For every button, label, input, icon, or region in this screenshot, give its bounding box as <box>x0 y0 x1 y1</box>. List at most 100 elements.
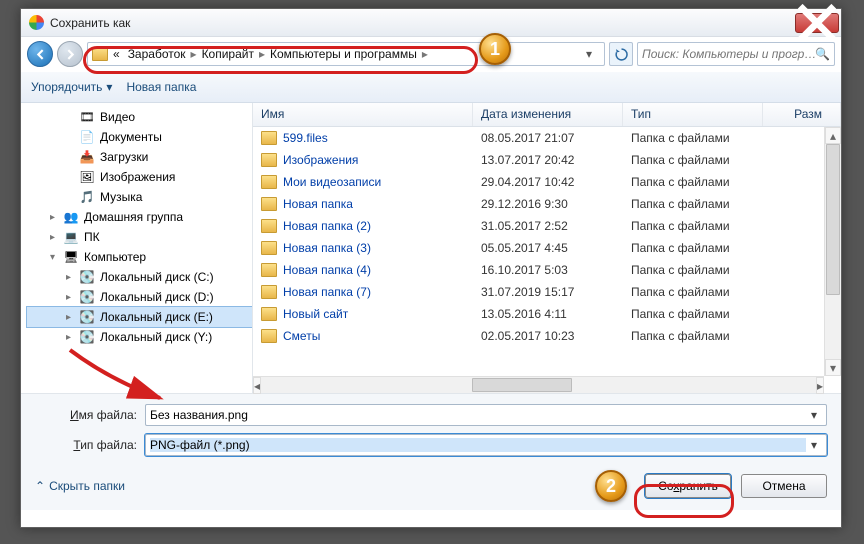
col-type[interactable]: Тип <box>623 103 763 126</box>
file-row[interactable]: Новая папка (3)05.05.2017 4:45Папка с фа… <box>253 237 841 259</box>
breadcrumb-bar[interactable]: « Заработок ▸ Копирайт ▸ Компьютеры и пр… <box>87 42 605 66</box>
expand-icon[interactable]: ▸ <box>63 312 74 323</box>
refresh-button[interactable] <box>609 42 633 66</box>
chevron-right-icon: ▸ <box>422 47 428 61</box>
filetype-input[interactable] <box>150 438 806 452</box>
filename-field[interactable]: ▾ <box>145 404 827 426</box>
file-row[interactable]: Новая папка (2)31.05.2017 2:52Папка с фа… <box>253 215 841 237</box>
tree-node[interactable]: ▸💽Локальный диск (C:) <box>27 267 252 287</box>
file-row[interactable]: Новый сайт13.05.2016 4:11Папка с файлами <box>253 303 841 325</box>
horizontal-scrollbar[interactable]: ◂ ▸ <box>253 376 824 393</box>
tree-node[interactable]: ▸💽Локальный диск (E:) <box>27 307 252 327</box>
save-button[interactable]: Сохранить <box>645 474 731 498</box>
file-name[interactable]: Новый сайт <box>283 307 348 321</box>
forward-button[interactable] <box>57 41 83 67</box>
file-name[interactable]: Новая папка (3) <box>283 241 371 255</box>
breadcrumb-item[interactable]: Заработок <box>125 47 189 61</box>
chevron-right-icon: ▸ <box>191 47 197 61</box>
filetype-field[interactable]: ▾ <box>145 434 827 456</box>
scroll-down-icon[interactable]: ▾ <box>825 359 841 376</box>
expand-icon[interactable]: ▸ <box>63 292 74 303</box>
hide-folders-link[interactable]: ⌃Скрыть папки <box>35 479 125 493</box>
file-list[interactable]: 599.files08.05.2017 21:07Папка с файлами… <box>253 127 841 393</box>
expand-icon[interactable] <box>63 132 74 143</box>
expand-icon[interactable]: ▸ <box>47 232 58 243</box>
tree-node[interactable]: 📥Загрузки <box>27 147 252 167</box>
col-name[interactable]: Имя <box>253 103 473 126</box>
tree-node[interactable]: 📄Документы <box>27 127 252 147</box>
file-row[interactable]: Новая папка (7)31.07.2019 15:17Папка с ф… <box>253 281 841 303</box>
search-box[interactable]: 🔍 <box>637 42 835 66</box>
folder-icon <box>261 241 277 255</box>
cancel-button[interactable]: Отмена <box>741 474 827 498</box>
breadcrumb-item[interactable]: Копирайт <box>199 47 257 61</box>
breadcrumb-dropdown[interactable]: ▾ <box>586 47 600 61</box>
expand-icon[interactable]: ▸ <box>63 332 74 343</box>
music-icon: 🎵 <box>79 190 95 204</box>
file-row[interactable]: Сметы02.05.2017 10:23Папка с файлами <box>253 325 841 347</box>
video-icon: 🎞 <box>79 110 95 124</box>
new-folder-button[interactable]: Новая папка <box>126 80 196 94</box>
pc-icon: 💻 <box>63 230 79 244</box>
scroll-thumb[interactable] <box>826 144 840 295</box>
tree-node[interactable]: 🎞Видео <box>27 107 252 127</box>
organize-button[interactable]: Упорядочить ▾ <box>31 80 112 94</box>
file-name[interactable]: Изображения <box>283 153 358 167</box>
tree-node[interactable]: ▸💽Локальный диск (D:) <box>27 287 252 307</box>
tree-node[interactable]: ▾🖥Компьютер <box>27 247 252 267</box>
expand-icon[interactable]: ▸ <box>47 212 58 223</box>
file-type: Папка с файлами <box>623 153 763 167</box>
tree-node[interactable]: 🖼Изображения <box>27 167 252 187</box>
chevron-down-icon[interactable]: ▾ <box>806 408 822 422</box>
back-button[interactable] <box>27 41 53 67</box>
nav-tree[interactable]: 🎞Видео📄Документы📥Загрузки🖼Изображения🎵Му… <box>21 103 253 393</box>
tree-node[interactable]: ▸👥Домашняя группа <box>27 207 252 227</box>
expand-icon[interactable] <box>63 192 74 203</box>
file-row[interactable]: Новая папка (4)16.10.2017 5:03Папка с фа… <box>253 259 841 281</box>
file-name[interactable]: Новая папка (7) <box>283 285 371 299</box>
chevron-right-icon: ▸ <box>259 47 265 61</box>
file-row[interactable]: 599.files08.05.2017 21:07Папка с файлами <box>253 127 841 149</box>
expand-icon[interactable] <box>63 152 74 163</box>
column-headers: Имя Дата изменения Тип Разм <box>253 103 841 127</box>
col-date[interactable]: Дата изменения <box>473 103 623 126</box>
titlebar[interactable]: Сохранить как <box>21 9 841 37</box>
scroll-left-icon[interactable]: ◂ <box>253 377 261 394</box>
expand-icon[interactable]: ▸ <box>63 272 74 283</box>
tree-node[interactable]: ▸💽Локальный диск (Y:) <box>27 327 252 347</box>
expand-icon[interactable] <box>63 172 74 183</box>
chevron-down-icon[interactable]: ▾ <box>806 438 822 452</box>
file-row[interactable]: Изображения13.07.2017 20:42Папка с файла… <box>253 149 841 171</box>
tree-label: Локальный диск (C:) <box>100 270 214 284</box>
tree-label: ПК <box>84 230 100 244</box>
file-name[interactable]: Новая папка (4) <box>283 263 371 277</box>
tree-node[interactable]: 🎵Музыка <box>27 187 252 207</box>
expand-icon[interactable] <box>63 112 74 123</box>
file-name[interactable]: Сметы <box>283 329 320 343</box>
file-name[interactable]: 599.files <box>283 131 328 145</box>
window-title: Сохранить как <box>50 16 795 30</box>
scroll-right-icon[interactable]: ▸ <box>816 377 824 394</box>
file-name[interactable]: Новая папка <box>283 197 353 211</box>
breadcrumb-item[interactable]: Компьютеры и программы <box>267 47 420 61</box>
close-button[interactable] <box>795 13 839 33</box>
file-row[interactable]: Новая папка29.12.2016 9:30Папка с файлам… <box>253 193 841 215</box>
scroll-thumb[interactable] <box>472 378 572 392</box>
folder-icon <box>261 153 277 167</box>
chevron-up-icon: ⌃ <box>35 479 45 493</box>
file-name[interactable]: Новая папка (2) <box>283 219 371 233</box>
filename-input[interactable] <box>150 408 806 422</box>
search-icon[interactable]: 🔍 <box>815 47 830 61</box>
search-input[interactable] <box>642 47 815 61</box>
folder-icon <box>261 285 277 299</box>
scroll-up-icon[interactable]: ▴ <box>825 127 841 144</box>
tree-node[interactable]: ▸ 💻 ПК <box>27 227 252 247</box>
file-type: Папка с файлами <box>623 219 763 233</box>
folder-icon <box>261 197 277 211</box>
vertical-scrollbar[interactable]: ▴ ▾ <box>824 127 841 376</box>
col-size[interactable]: Разм <box>763 103 841 126</box>
file-name[interactable]: Мои видеозаписи <box>283 175 381 189</box>
expand-icon[interactable]: ▾ <box>47 252 58 263</box>
file-row[interactable]: Мои видеозаписи29.04.2017 10:42Папка с ф… <box>253 171 841 193</box>
file-type: Папка с файлами <box>623 175 763 189</box>
